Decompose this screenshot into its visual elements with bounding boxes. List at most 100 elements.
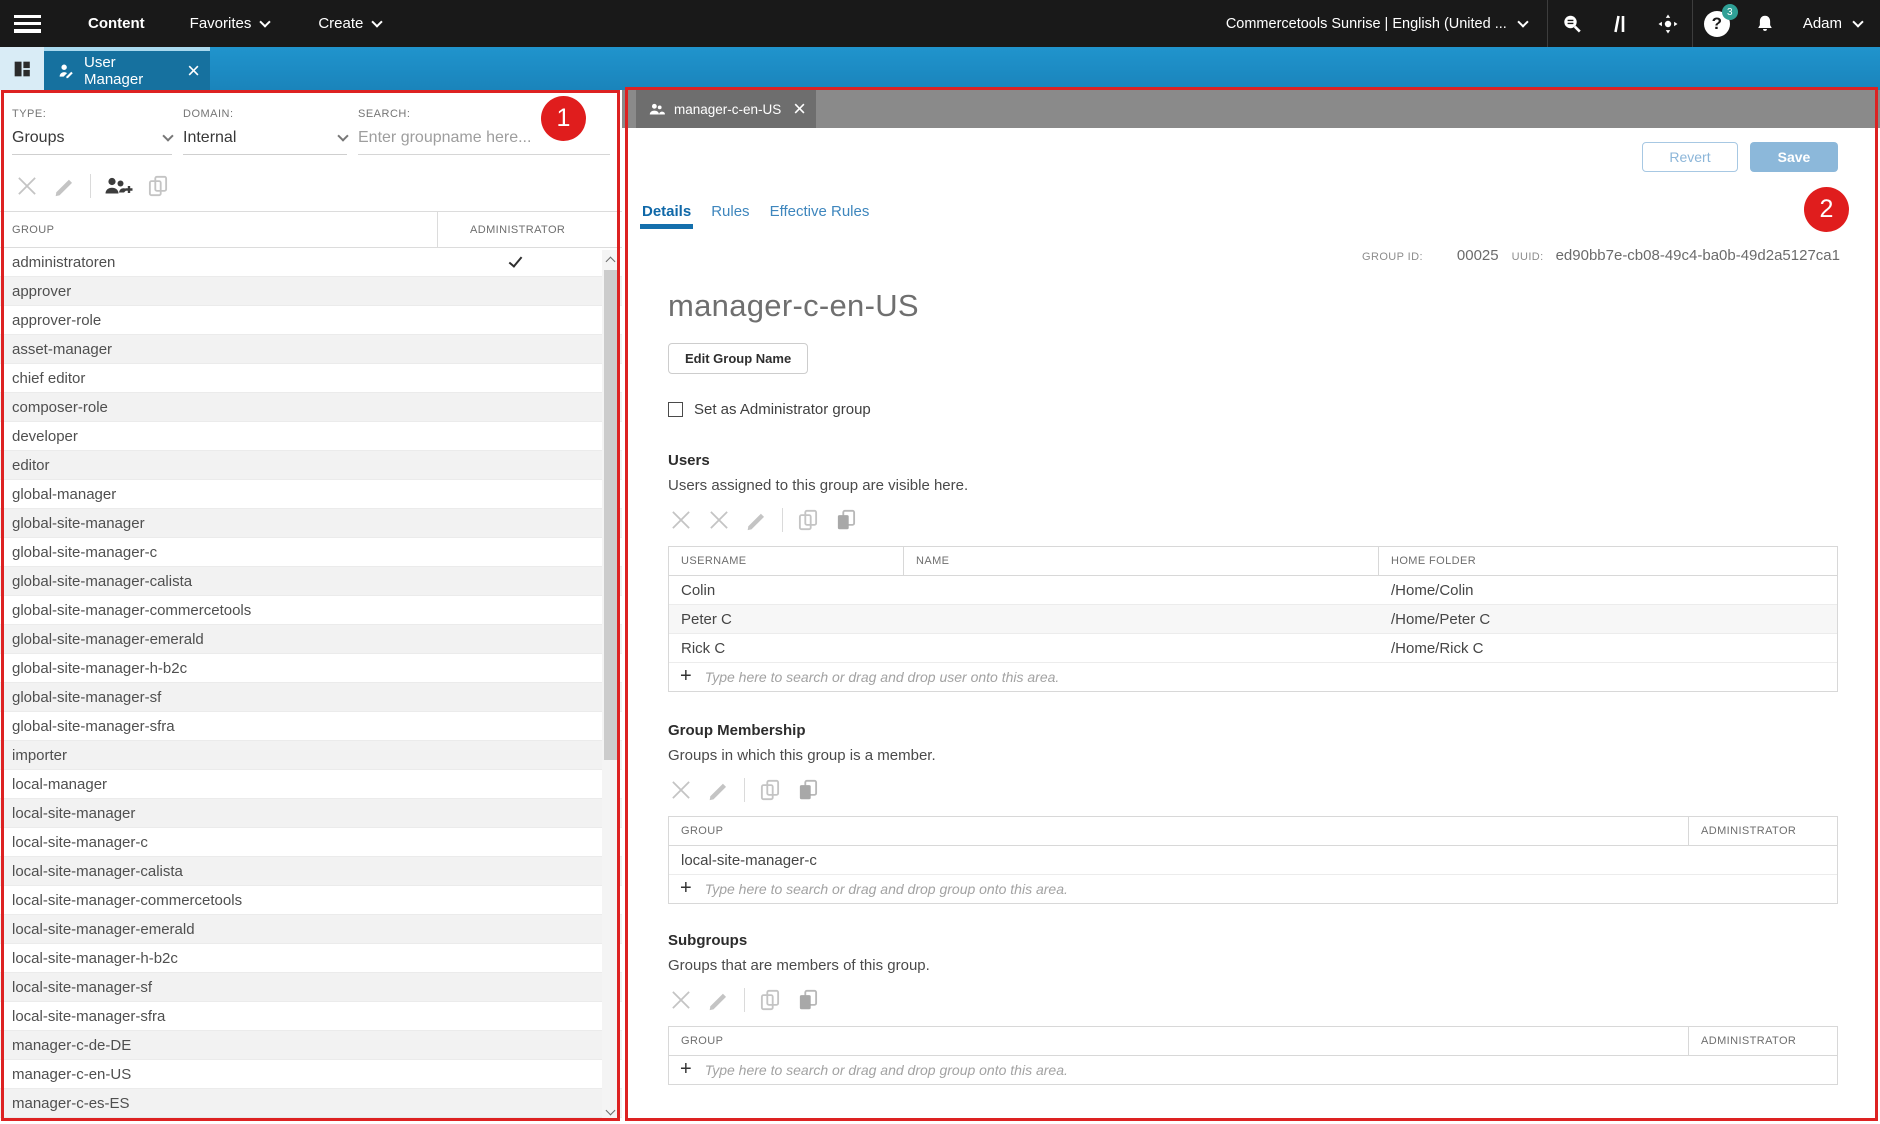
edit-group-name-button[interactable]: Edit Group Name bbox=[668, 343, 808, 374]
app-section-content[interactable]: Content bbox=[88, 15, 145, 32]
bell-icon[interactable] bbox=[1741, 0, 1789, 47]
table-row[interactable]: composer-role bbox=[0, 393, 622, 422]
table-row[interactable]: local-site-manager-calista bbox=[0, 857, 622, 886]
table-row[interactable]: approver-role bbox=[0, 306, 622, 335]
scrollbar[interactable] bbox=[602, 250, 619, 1121]
column-header-group[interactable]: GROUP bbox=[669, 1027, 1689, 1055]
delete-icon[interactable] bbox=[668, 987, 694, 1013]
table-row[interactable]: local-site-manager-c bbox=[0, 828, 622, 857]
table-row[interactable]: chief editor bbox=[0, 364, 622, 393]
table-row[interactable]: local-site-manager-sf bbox=[0, 973, 622, 1002]
table-row[interactable]: asset-manager bbox=[0, 335, 622, 364]
type-select[interactable]: TYPE: Groups bbox=[12, 108, 172, 155]
save-button[interactable]: Save bbox=[1750, 142, 1838, 172]
create-menu[interactable]: Create bbox=[318, 15, 381, 32]
edit-icon[interactable] bbox=[744, 507, 770, 533]
scrollbar-thumb[interactable] bbox=[604, 270, 617, 760]
table-row[interactable]: manager-c-en-US bbox=[0, 1060, 622, 1089]
group-id-value: 00025 bbox=[1457, 247, 1499, 264]
copy-icon[interactable] bbox=[757, 777, 783, 803]
admin-group-checkbox[interactable]: Set as Administrator group bbox=[668, 401, 1838, 418]
table-row[interactable]: local-site-manager-h-b2c bbox=[0, 944, 622, 973]
column-header-administrator[interactable]: ADMINISTRATOR bbox=[1689, 1027, 1837, 1055]
column-header-name[interactable]: NAME bbox=[904, 547, 1379, 575]
table-row[interactable]: editor bbox=[0, 451, 622, 480]
search-input[interactable] bbox=[358, 129, 610, 155]
tab-details[interactable]: Details bbox=[640, 203, 693, 229]
column-header-group[interactable]: GROUP bbox=[669, 817, 1689, 845]
edit-icon[interactable] bbox=[52, 173, 78, 199]
delete-icon[interactable] bbox=[668, 507, 694, 533]
delete-icon[interactable] bbox=[706, 507, 732, 533]
add-subgroup-row[interactable]: + Type here to search or drag and drop g… bbox=[669, 1056, 1837, 1084]
edit-icon[interactable] bbox=[706, 987, 732, 1013]
find-icon[interactable] bbox=[1548, 0, 1596, 47]
delete-icon[interactable] bbox=[14, 173, 40, 199]
table-row[interactable]: developer bbox=[0, 422, 622, 451]
chevron-down-icon bbox=[337, 130, 348, 141]
group-name: editor bbox=[0, 457, 430, 474]
column-header-home-folder[interactable]: HOME FOLDER bbox=[1379, 547, 1837, 575]
table-row[interactable]: global-site-manager bbox=[0, 509, 622, 538]
scroll-down-icon[interactable] bbox=[602, 1104, 619, 1120]
table-row[interactable]: local-site-manager-sfra bbox=[0, 1002, 622, 1031]
table-row[interactable]: Colin /Home/Colin bbox=[669, 576, 1837, 605]
table-row[interactable]: manager-c-es-ES bbox=[0, 1089, 622, 1118]
add-group-row[interactable]: + Type here to search or drag and drop g… bbox=[669, 875, 1837, 903]
table-row[interactable]: local-site-manager-commercetools bbox=[0, 886, 622, 915]
tab-manager-c-en-US[interactable]: manager-c-en-US × bbox=[636, 90, 816, 128]
pulse-icon[interactable] bbox=[1596, 0, 1644, 47]
help-icon[interactable]: ? 3 bbox=[1693, 0, 1741, 47]
table-row[interactable]: local-site-manager bbox=[0, 799, 622, 828]
copy-icon[interactable] bbox=[145, 173, 171, 199]
table-row[interactable]: Rick C /Home/Rick C bbox=[669, 634, 1837, 663]
table-row[interactable]: global-site-manager-calista bbox=[0, 567, 622, 596]
column-header-administrator[interactable]: ADMINISTRATOR bbox=[1689, 817, 1837, 845]
favorites-menu[interactable]: Favorites bbox=[190, 15, 270, 32]
scroll-up-icon[interactable] bbox=[602, 251, 619, 267]
table-row[interactable]: global-site-manager-emerald bbox=[0, 625, 622, 654]
table-row[interactable]: global-site-manager-sf bbox=[0, 683, 622, 712]
column-header-administrator[interactable]: ADMINISTRATOR bbox=[438, 212, 565, 247]
table-row[interactable]: approver bbox=[0, 277, 622, 306]
edit-icon[interactable] bbox=[706, 777, 732, 803]
tab-rules[interactable]: Rules bbox=[709, 203, 751, 229]
add-user-row[interactable]: + Type here to search or drag and drop u… bbox=[669, 663, 1837, 691]
locate-icon[interactable] bbox=[1644, 0, 1692, 47]
table-row[interactable]: local-site-manager-emerald bbox=[0, 915, 622, 944]
paste-icon[interactable] bbox=[833, 507, 859, 533]
paste-icon[interactable] bbox=[795, 777, 821, 803]
table-row[interactable]: global-manager bbox=[0, 480, 622, 509]
copy-icon[interactable] bbox=[795, 507, 821, 533]
tab-effective-rules[interactable]: Effective Rules bbox=[768, 203, 872, 229]
add-group-icon[interactable] bbox=[103, 173, 133, 199]
table-row[interactable]: global-site-manager-commercetools bbox=[0, 596, 622, 625]
copy-icon[interactable] bbox=[757, 987, 783, 1013]
table-row[interactable]: local-manager bbox=[0, 770, 622, 799]
tab-user-manager[interactable]: User Manager × bbox=[44, 47, 210, 90]
context-selector[interactable]: Commercetools Sunrise | English (United … bbox=[1226, 16, 1527, 32]
paste-icon[interactable] bbox=[795, 987, 821, 1013]
group-name: local-site-manager-sfra bbox=[0, 1008, 430, 1025]
column-header-username[interactable]: USERNAME bbox=[669, 547, 904, 575]
revert-button[interactable]: Revert bbox=[1642, 142, 1738, 172]
column-header-group[interactable]: GROUP bbox=[0, 212, 438, 247]
close-icon[interactable]: × bbox=[187, 60, 200, 82]
hamburger-icon[interactable] bbox=[14, 15, 41, 33]
table-row[interactable]: global-site-manager-h-b2c bbox=[0, 654, 622, 683]
domain-select[interactable]: DOMAIN: Internal bbox=[183, 108, 347, 155]
app-launcher-tab[interactable] bbox=[0, 47, 44, 90]
delete-icon[interactable] bbox=[668, 777, 694, 803]
domain-label: DOMAIN: bbox=[183, 108, 347, 120]
table-row[interactable]: manager-c-de-DE bbox=[0, 1031, 622, 1060]
table-row[interactable]: local-site-manager-c bbox=[669, 846, 1837, 875]
table-row[interactable]: administratoren bbox=[0, 248, 622, 277]
table-row[interactable]: importer bbox=[0, 741, 622, 770]
table-row[interactable]: global-site-manager-c bbox=[0, 538, 622, 567]
user-menu[interactable]: Adam bbox=[1803, 15, 1862, 32]
close-icon[interactable]: × bbox=[793, 98, 806, 120]
table-row[interactable]: Peter C /Home/Peter C bbox=[669, 605, 1837, 634]
checkbox-icon[interactable] bbox=[668, 402, 683, 417]
home-folder-cell: /Home/Peter C bbox=[1379, 611, 1837, 628]
table-row[interactable]: global-site-manager-sfra bbox=[0, 712, 622, 741]
